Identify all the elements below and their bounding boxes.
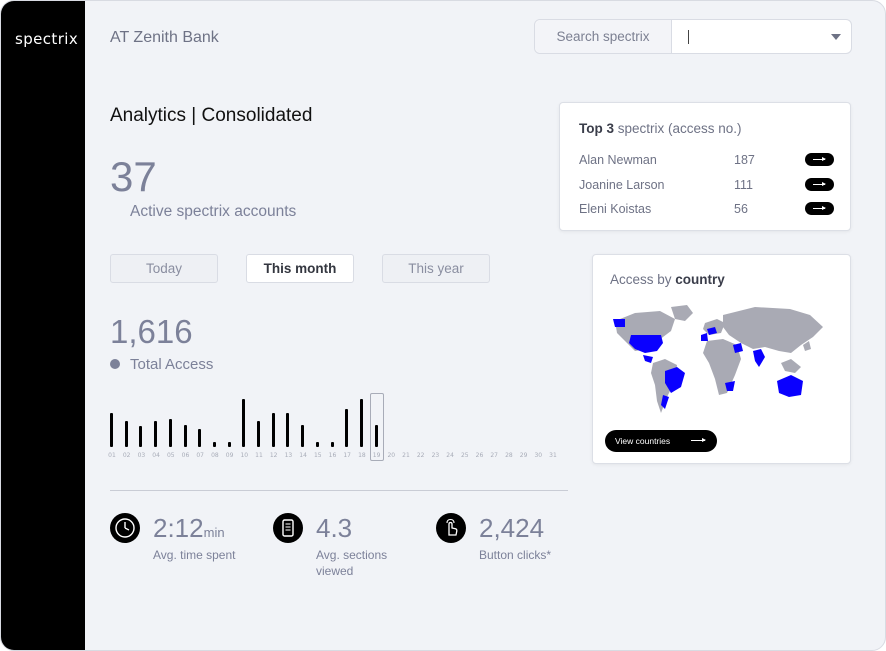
search-bar[interactable]: Search spectrix bbox=[534, 19, 852, 54]
access-count: 111 bbox=[734, 178, 754, 192]
chart-bar[interactable] bbox=[124, 421, 128, 447]
chart-bar[interactable] bbox=[212, 441, 216, 447]
day-tick-label: 07 bbox=[196, 452, 204, 459]
chart-bar[interactable] bbox=[154, 421, 158, 447]
day-tick-label: 28 bbox=[505, 452, 513, 459]
day-tick-label: 26 bbox=[475, 452, 484, 459]
chart-bar[interactable] bbox=[242, 399, 246, 447]
day-tick-label: 22 bbox=[416, 452, 425, 459]
tab-this-year[interactable]: This year bbox=[382, 254, 490, 283]
stat-value: 4.3 bbox=[316, 513, 353, 543]
stat-label: Avg. time spent bbox=[153, 548, 236, 562]
arrow-right-button[interactable] bbox=[805, 178, 834, 191]
day-tick-label: 17 bbox=[343, 452, 351, 459]
chart-bar[interactable] bbox=[330, 441, 334, 447]
document-icon bbox=[273, 513, 303, 543]
total-access-count: 1,616 bbox=[110, 313, 193, 350]
stat-label: Avg. sections viewed bbox=[316, 548, 388, 578]
user-name: Joanine Larson bbox=[579, 178, 665, 192]
list-item: Alan Newman 187 bbox=[579, 153, 837, 169]
bank-name: AT Zenith Bank bbox=[110, 29, 219, 46]
chart-bar[interactable] bbox=[359, 399, 363, 447]
chart-bar[interactable] bbox=[271, 412, 275, 447]
day-tick-label: 27 bbox=[490, 452, 498, 459]
arrow-right-button[interactable] bbox=[805, 202, 834, 215]
chart-bar[interactable] bbox=[345, 408, 349, 447]
day-tick-label: 13 bbox=[284, 452, 293, 459]
day-tick-label: 25 bbox=[460, 452, 469, 459]
day-tick-label: 03 bbox=[137, 452, 146, 459]
total-access-label: Total Access bbox=[130, 356, 214, 373]
day-tick-label: 09 bbox=[225, 452, 234, 459]
chevron-down-icon[interactable] bbox=[831, 34, 841, 40]
list-item: Joanine Larson 111 bbox=[579, 178, 837, 194]
day-tick-label: 18 bbox=[358, 452, 366, 459]
access-count: 187 bbox=[734, 153, 755, 167]
day-tick-label: 24 bbox=[446, 452, 454, 459]
main-content: AT Zenith Bank Search spectrix Analytics… bbox=[85, 1, 885, 650]
day-tick-label: 31 bbox=[549, 452, 557, 459]
app-window: spectrix AT Zenith Bank Search spectrix … bbox=[0, 0, 886, 651]
page-title: Analytics | Consolidated bbox=[110, 105, 313, 126]
arrow-right-button[interactable] bbox=[805, 153, 834, 166]
chart-bar[interactable] bbox=[139, 425, 143, 447]
active-accounts-count: 37 bbox=[110, 153, 157, 200]
arrow-right-icon bbox=[691, 438, 706, 442]
day-tick-label: 01 bbox=[108, 452, 116, 459]
world-map[interactable] bbox=[605, 301, 835, 421]
day-tick-label: 30 bbox=[534, 452, 543, 459]
day-tick-label: 20 bbox=[387, 452, 396, 459]
daily-access-chart: 01 02 03 04 05 06 07 08 09 10 11 12 13 14 15 16 17 18 19 20… bbox=[108, 391, 568, 461]
chart-bar[interactable] bbox=[374, 424, 378, 447]
user-name: Alan Newman bbox=[579, 153, 657, 167]
chart-bar[interactable] bbox=[286, 412, 290, 447]
day-tick-label: 11 bbox=[255, 452, 263, 459]
text-cursor bbox=[688, 30, 689, 44]
chart-bar[interactable] bbox=[198, 428, 202, 447]
user-name: Eleni Koistas bbox=[579, 202, 652, 216]
legend-dot bbox=[110, 359, 120, 369]
chart-bar[interactable] bbox=[183, 424, 187, 447]
day-tick-label: 06 bbox=[181, 452, 190, 459]
day-tick-label: 23 bbox=[431, 452, 440, 459]
day-tick-label: 04 bbox=[152, 452, 160, 459]
day-tick-label: 02 bbox=[122, 452, 131, 459]
pointer-icon bbox=[436, 513, 466, 543]
day-tick-label: 21 bbox=[402, 452, 410, 459]
view-countries-button[interactable]: View countries bbox=[605, 430, 717, 452]
chart-bar[interactable] bbox=[301, 424, 305, 447]
top3-title: Top 3 spectrix (access no.) bbox=[579, 121, 742, 136]
sidebar: spectrix bbox=[1, 1, 85, 650]
day-tick-label: 08 bbox=[211, 452, 219, 459]
map-title: Access by country bbox=[610, 272, 725, 287]
day-tick-label: 05 bbox=[166, 452, 175, 459]
day-tick-label: 14 bbox=[299, 452, 307, 459]
stat-value: 2,424 bbox=[479, 513, 545, 543]
list-item: Eleni Koistas 56 bbox=[579, 202, 837, 218]
active-accounts-label: Active spectrix accounts bbox=[130, 203, 297, 220]
day-tick-label: 19 bbox=[372, 452, 381, 459]
chart-bar[interactable] bbox=[168, 419, 172, 447]
chart-bar[interactable] bbox=[227, 441, 231, 447]
tab-today[interactable]: Today bbox=[110, 254, 218, 283]
top3-card: Top 3 spectrix (access no.) Alan Newman … bbox=[559, 102, 851, 231]
day-tick-label: 16 bbox=[328, 452, 337, 459]
access-count: 56 bbox=[734, 202, 748, 216]
stat-unit: min bbox=[203, 525, 225, 540]
tab-this-month[interactable]: This month bbox=[246, 254, 354, 283]
divider bbox=[110, 490, 568, 491]
country-map-card: Access by country View countries bbox=[592, 254, 851, 464]
search-label: Search spectrix bbox=[535, 20, 672, 53]
brand-logo[interactable]: spectrix bbox=[15, 30, 78, 48]
day-tick-label: 12 bbox=[269, 452, 278, 459]
chart-bar[interactable] bbox=[110, 412, 113, 447]
day-tick-label: 10 bbox=[240, 452, 249, 459]
stat-label: Button clicks* bbox=[479, 548, 552, 562]
day-tick-label: 15 bbox=[313, 452, 322, 459]
day-tick-label: 29 bbox=[519, 452, 528, 459]
clock-icon bbox=[110, 513, 140, 543]
stat-value: 2:12min bbox=[153, 513, 225, 543]
chart-bar[interactable] bbox=[315, 441, 319, 447]
chart-bar[interactable] bbox=[257, 421, 260, 447]
